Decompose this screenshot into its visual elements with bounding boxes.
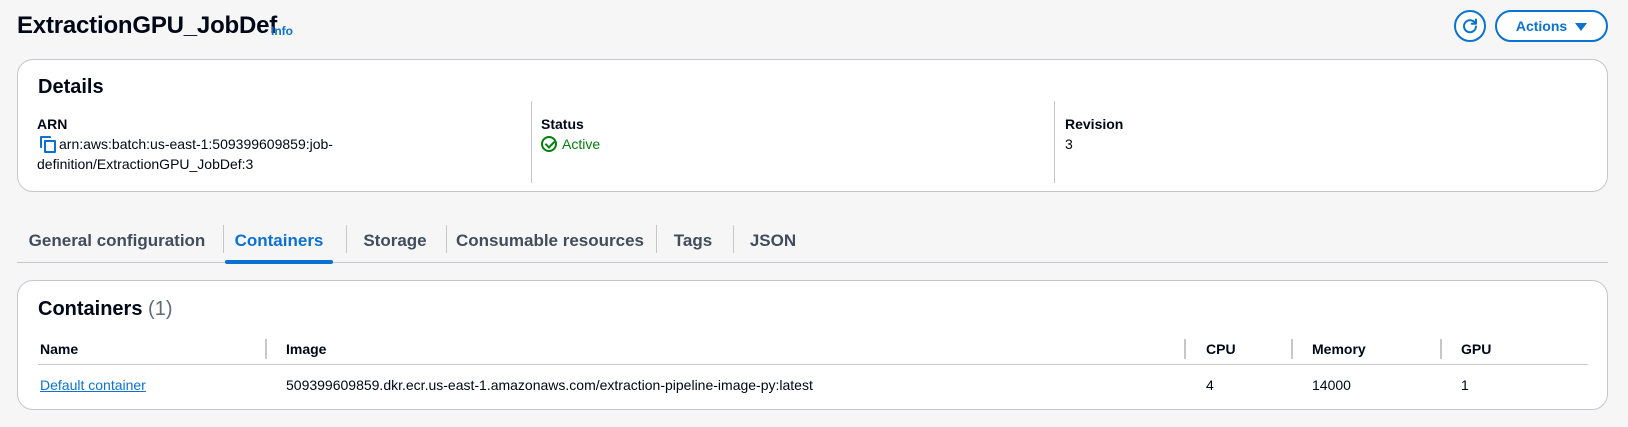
- caret-down-icon: [1575, 22, 1588, 31]
- tab-tags[interactable]: Tags: [657, 219, 729, 263]
- containers-panel: Containers (1) Name Image CPU Memory GPU…: [17, 280, 1608, 410]
- tab-bar: General configuration Containers Storage…: [17, 219, 1608, 264]
- tab-storage[interactable]: Storage: [347, 219, 443, 263]
- column-header-image[interactable]: Image: [286, 333, 326, 365]
- container-gpu: 1: [1461, 377, 1469, 393]
- page-title: ExtractionGPU_JobDef: [17, 12, 278, 39]
- details-title: Details: [38, 76, 104, 98]
- arn-value-line2: definition/ExtractionGPU_JobDef:3: [37, 156, 254, 172]
- container-image: 509399609859.dkr.ecr.us-east-1.amazonaws…: [286, 377, 813, 393]
- column-header-memory[interactable]: Memory: [1312, 333, 1366, 365]
- check-circle-icon: [541, 136, 557, 152]
- table-row: Default container 509399609859.dkr.ecr.u…: [38, 365, 1588, 405]
- tab-divider: [733, 225, 734, 253]
- container-memory: 14000: [1312, 377, 1351, 393]
- status-label: Status: [541, 116, 584, 132]
- revision-value: 3: [1065, 136, 1073, 152]
- column-header-gpu[interactable]: GPU: [1461, 333, 1491, 365]
- container-name-link[interactable]: Default container: [40, 377, 146, 393]
- arn-label: ARN: [37, 116, 68, 132]
- tab-consumable-resources[interactable]: Consumable resources: [447, 219, 653, 263]
- status-text: Active: [562, 136, 601, 152]
- table-header: Name Image CPU Memory GPU: [38, 333, 1588, 365]
- arn-value-line1: arn:aws:batch:us-east-1:509399609859:job…: [59, 136, 333, 152]
- page-header: ExtractionGPU_JobDef Info Actions: [0, 0, 1628, 56]
- actions-label: Actions: [1515, 18, 1568, 34]
- tab-general-configuration[interactable]: General configuration: [17, 219, 217, 263]
- revision-field: Revision 3: [1054, 101, 1554, 183]
- tab-json[interactable]: JSON: [735, 219, 811, 263]
- column-resizer[interactable]: [265, 339, 267, 359]
- actions-button[interactable]: Actions: [1495, 10, 1608, 42]
- containers-title-text: Containers: [38, 298, 143, 320]
- refresh-button[interactable]: [1454, 10, 1486, 42]
- arn-value-wrap: arn:aws:batch:us-east-1:509399609859:job…: [37, 134, 507, 154]
- revision-label: Revision: [1065, 116, 1124, 132]
- info-link[interactable]: Info: [271, 24, 293, 38]
- copy-icon[interactable]: [37, 134, 59, 154]
- tab-divider: [223, 225, 224, 253]
- containers-count: (1): [148, 298, 173, 320]
- containers-title: Containers (1): [38, 298, 172, 321]
- arn-field: ARN arn:aws:batch:us-east-1:509399609859…: [37, 114, 507, 194]
- column-resizer[interactable]: [1440, 339, 1442, 359]
- column-resizer[interactable]: [1184, 339, 1186, 359]
- status-value: Active: [541, 134, 1031, 154]
- details-panel: Details ARN arn:aws:batch:us-east-1:5093…: [17, 59, 1608, 192]
- status-field: Status Active: [531, 101, 1031, 183]
- container-cpu: 4: [1206, 377, 1214, 393]
- column-header-cpu[interactable]: CPU: [1206, 333, 1236, 365]
- containers-table: Name Image CPU Memory GPU Default contai…: [38, 333, 1588, 405]
- column-resizer[interactable]: [1291, 339, 1293, 359]
- tab-containers[interactable]: Containers: [225, 219, 333, 264]
- column-header-name[interactable]: Name: [40, 333, 78, 365]
- refresh-icon: [1463, 18, 1477, 34]
